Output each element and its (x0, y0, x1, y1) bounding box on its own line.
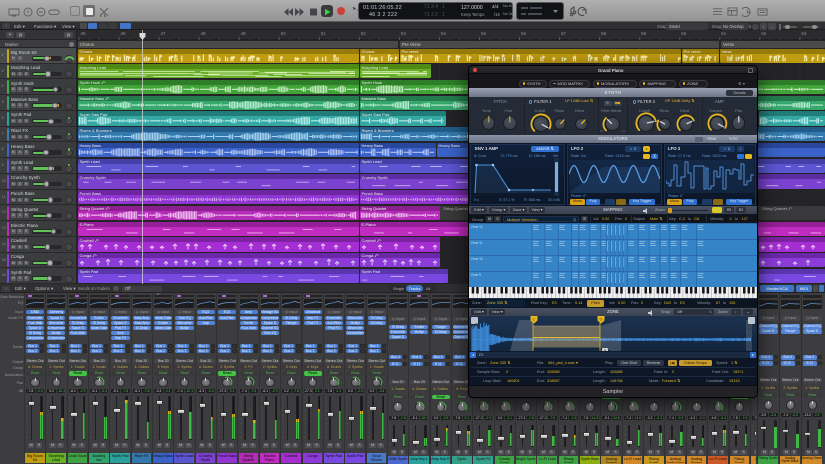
svg-text:C: C (532, 316, 535, 321)
svg-text:D: D (599, 316, 602, 321)
